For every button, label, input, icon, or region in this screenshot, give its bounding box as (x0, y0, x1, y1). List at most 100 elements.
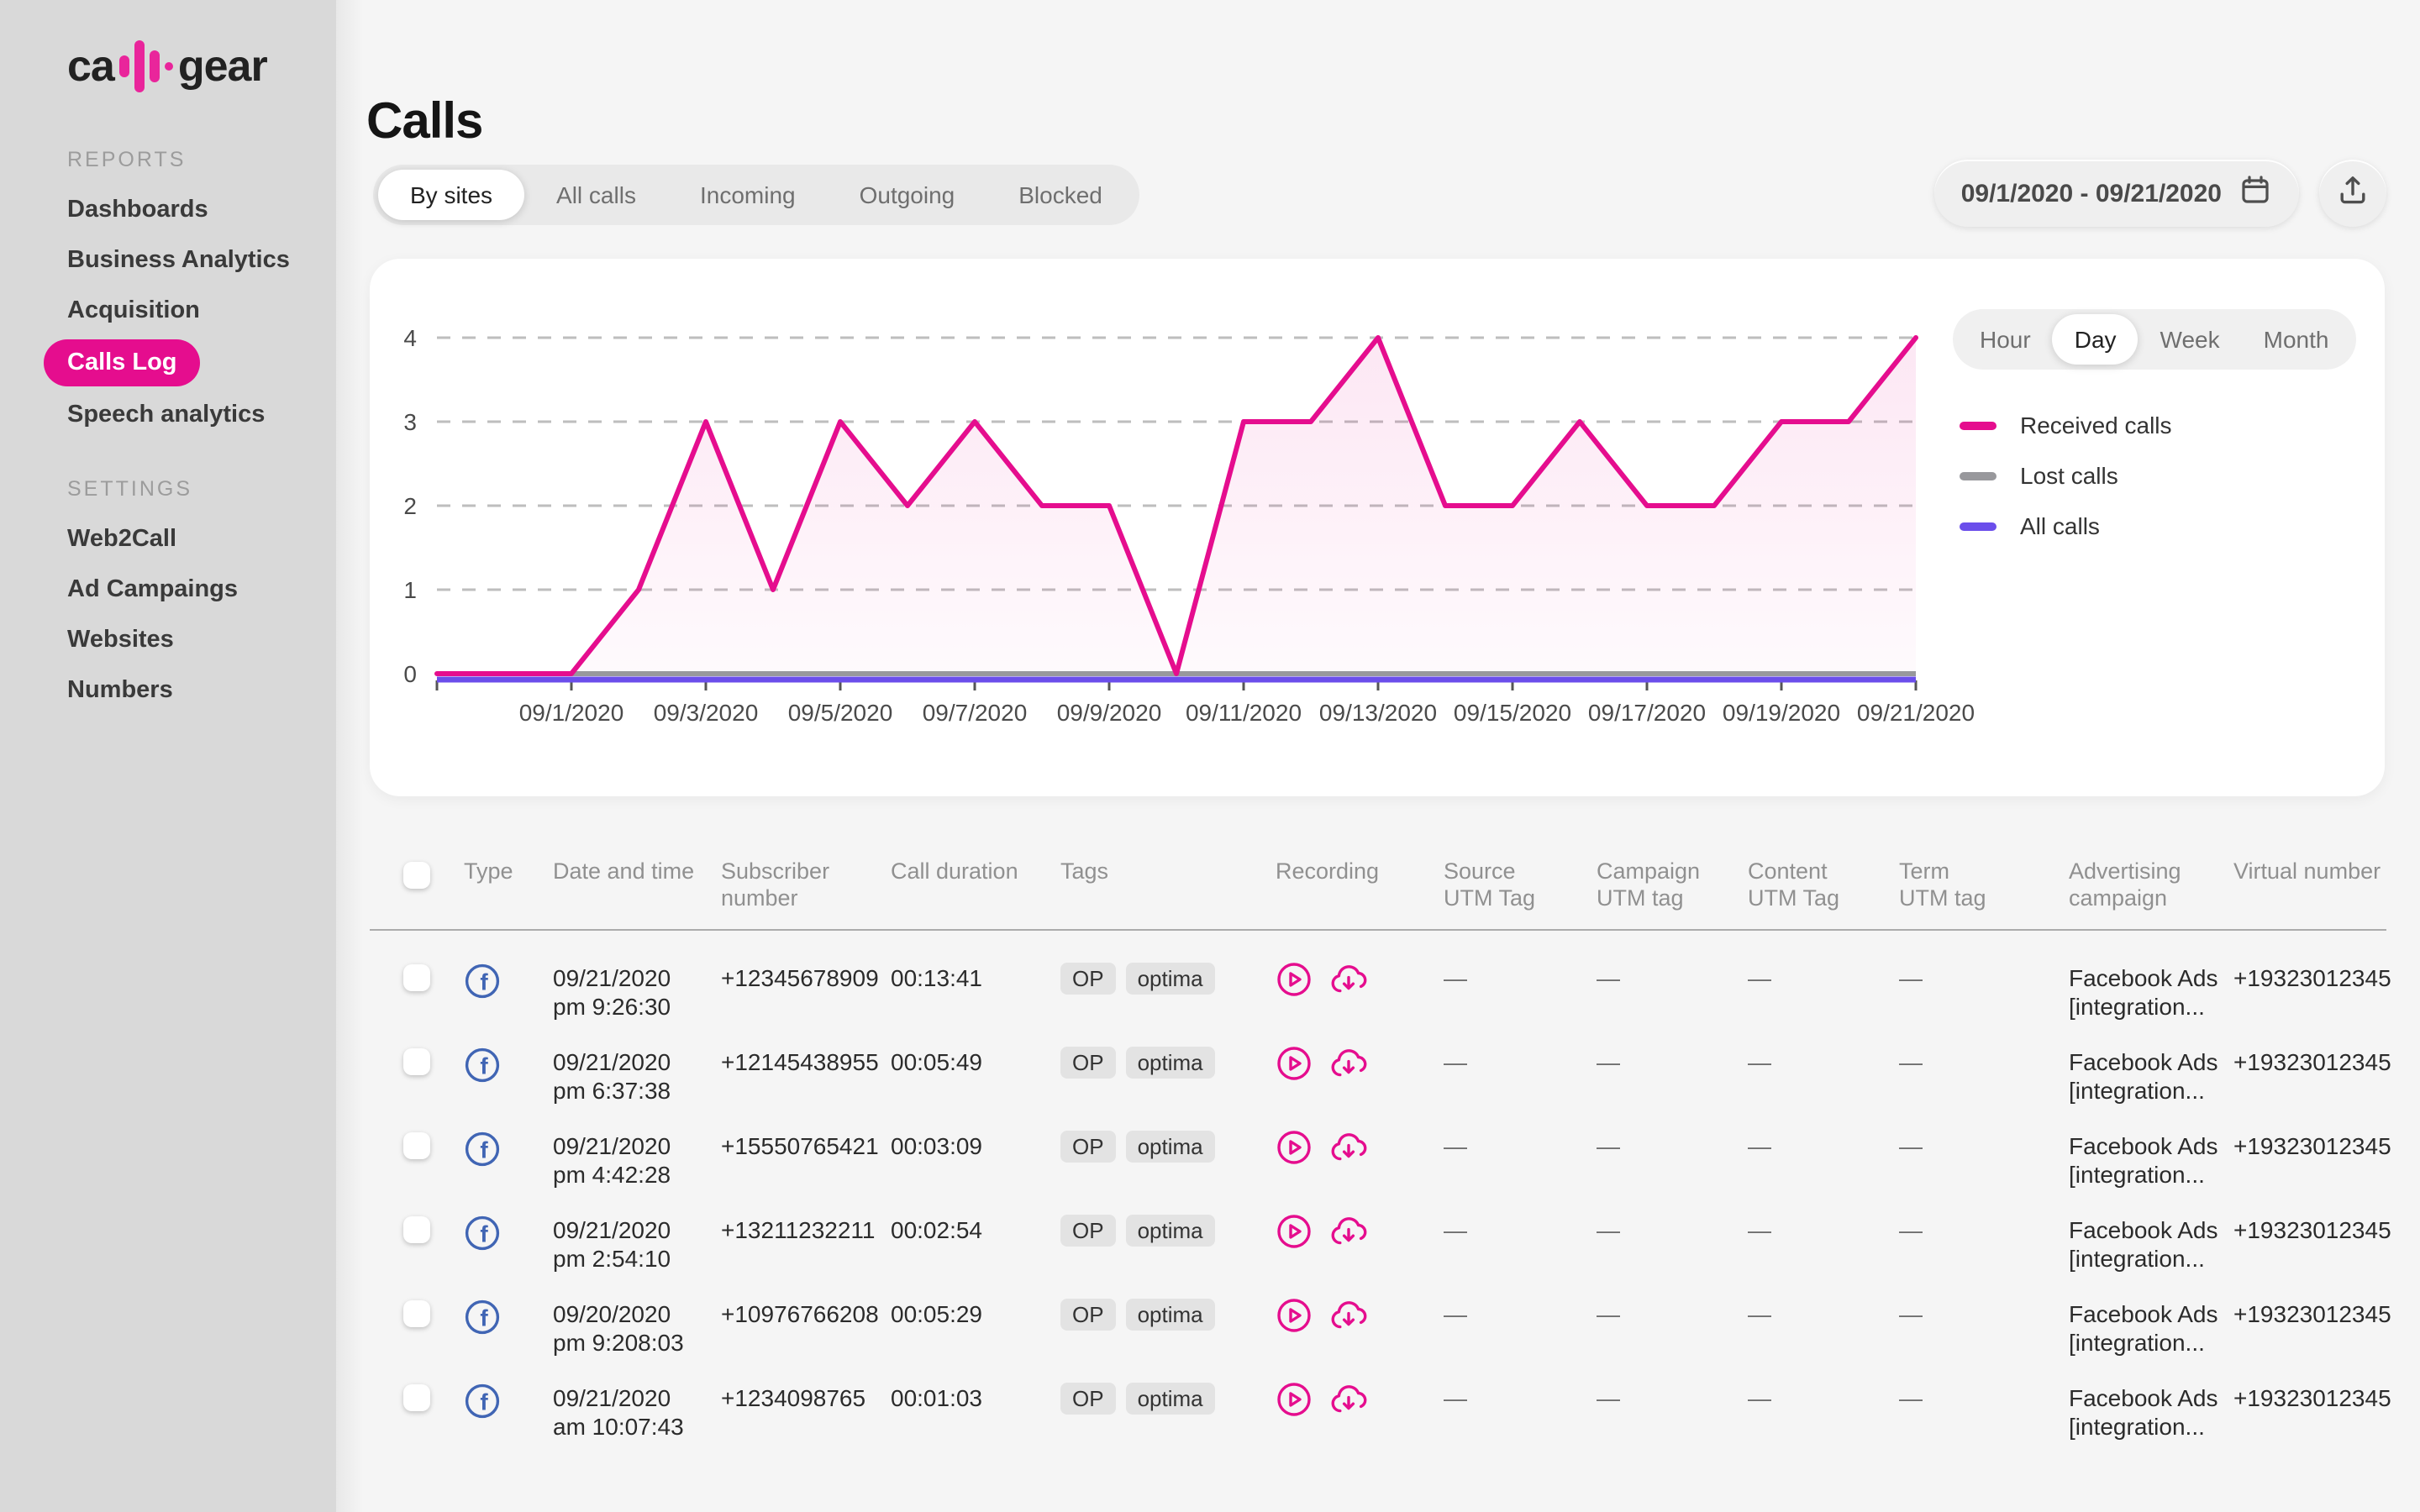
call-type-cell: f (464, 963, 553, 1008)
download-recording-button[interactable] (1328, 1213, 1370, 1258)
legend-item-lost-calls[interactable]: Lost calls (1960, 450, 2172, 501)
row-checkbox[interactable] (403, 1384, 430, 1411)
select-all-checkbox[interactable] (403, 862, 430, 889)
sidebar-item-business-analytics[interactable]: Business Analytics (0, 235, 336, 286)
column-header-date-and-time: Date and time (553, 858, 721, 885)
tag-badge-op: OP (1060, 963, 1116, 995)
download-recording-button[interactable] (1328, 1045, 1370, 1090)
legend-swatch-all-calls (1960, 522, 1996, 530)
call-duration-cell: 00:05:49 (891, 1045, 1060, 1076)
download-recording-button[interactable] (1328, 961, 1370, 1006)
facebook-icon: f (464, 1230, 501, 1258)
play-recording-button[interactable] (1276, 1129, 1313, 1174)
row-checkbox-cell (403, 1129, 464, 1159)
date-time-cell: 09/21/2020pm 6:37:38 (553, 1045, 721, 1104)
svg-text:09/17/2020: 09/17/2020 (1588, 700, 1706, 726)
column-header-subscriber-number: Subscribernumber (721, 858, 891, 912)
call-type-cell: f (464, 1215, 553, 1260)
legend-label: Lost calls (2020, 462, 2118, 489)
callgear-logo: ca gear (67, 34, 336, 97)
granularity-month[interactable]: Month (2242, 314, 2351, 365)
svg-text:09/5/2020: 09/5/2020 (788, 700, 893, 726)
tab-by-sites[interactable]: By sites (378, 170, 524, 220)
play-recording-button[interactable] (1276, 961, 1313, 1006)
granularity-week[interactable]: Week (2139, 314, 2242, 365)
play-recording-button[interactable] (1276, 1213, 1313, 1258)
call-type-cell: f (464, 1299, 553, 1344)
table-body: f09/21/2020pm 9:26:30+1234567890900:13:4… (370, 931, 2386, 1465)
legend-label: Received calls (2020, 412, 2172, 438)
tab-all-calls[interactable]: All calls (524, 170, 668, 220)
granularity-day[interactable]: Day (2053, 314, 2139, 365)
subscriber-number-cell: +15550765421 (721, 1129, 891, 1160)
calls-table: TypeDate and timeSubscribernumberCall du… (370, 848, 2386, 1465)
call-type-cell: f (464, 1047, 553, 1092)
sidebar-item-dashboards[interactable]: Dashboards (0, 185, 336, 235)
sidebar-item-speech-analytics[interactable]: Speech analytics (0, 390, 336, 440)
svg-text:1: 1 (403, 577, 417, 603)
date-range-value: 09/1/2020 - 09/21/2020 (1961, 179, 2222, 207)
advertising-campaign-cell: Facebook Ads[integration... (2069, 1297, 2233, 1356)
row-checkbox-cell (403, 1213, 464, 1243)
sidebar-item-ad-campaings[interactable]: Ad Campaings (0, 564, 336, 615)
play-recording-button[interactable] (1276, 1045, 1313, 1090)
sidebar-item-web2call[interactable]: Web2Call (0, 514, 336, 564)
svg-text:09/7/2020: 09/7/2020 (923, 700, 1028, 726)
tag-badge-op: OP (1060, 1215, 1116, 1247)
column-header-advertising-campaign: Advertisingcampaign (2069, 858, 2233, 912)
virtual-number-cell: +19323012345 (2233, 1213, 2386, 1244)
row-checkbox[interactable] (403, 1216, 430, 1243)
legend-item-all-calls[interactable]: All calls (1960, 501, 2172, 551)
granularity-hour[interactable]: Hour (1958, 314, 2053, 365)
download-recording-button[interactable] (1328, 1297, 1370, 1342)
advertising-campaign-cell: Facebook Ads[integration... (2069, 961, 2233, 1020)
sidebar-nav: REPORTSDashboardsBusiness AnalyticsAcqui… (0, 134, 336, 716)
date-time-cell: 09/21/2020pm 2:54:10 (553, 1213, 721, 1272)
sidebar-item-acquisition[interactable]: Acquisition (0, 286, 336, 336)
calendar-icon (2238, 173, 2272, 213)
row-checkbox[interactable] (403, 1300, 430, 1327)
advertising-campaign-cell: Facebook Ads[integration... (2069, 1129, 2233, 1188)
tab-blocked[interactable]: Blocked (986, 170, 1134, 220)
logo-waveform-icon (119, 39, 173, 92)
sidebar-item-calls-log[interactable]: Calls Log (44, 339, 201, 386)
legend-item-received-calls[interactable]: Received calls (1960, 400, 2172, 450)
row-checkbox[interactable] (403, 1132, 430, 1159)
download-recording-button[interactable] (1328, 1129, 1370, 1174)
source-utm-cell: — (1444, 1297, 1597, 1328)
row-checkbox[interactable] (403, 964, 430, 991)
recording-cell (1276, 1381, 1444, 1426)
column-header-source-utm-tag: SourceUTM Tag (1444, 858, 1597, 912)
row-checkbox[interactable] (403, 1048, 430, 1075)
campaign-utm-cell: — (1597, 1129, 1748, 1160)
play-recording-button[interactable] (1276, 1381, 1313, 1426)
svg-text:4: 4 (403, 325, 417, 351)
tab-outgoing[interactable]: Outgoing (828, 170, 987, 220)
column-header-type: Type (464, 858, 553, 885)
download-recording-button[interactable] (1328, 1381, 1370, 1426)
date-range-picker[interactable]: 09/1/2020 - 09/21/2020 (1934, 160, 2299, 227)
play-recording-button[interactable] (1276, 1297, 1313, 1342)
sidebar-item-websites[interactable]: Websites (0, 615, 336, 665)
content-utm-cell: — (1748, 961, 1899, 992)
call-type-cell: f (464, 1131, 553, 1176)
campaign-utm-cell: — (1597, 961, 1748, 992)
column-header-call-duration: Call duration (891, 858, 1060, 885)
term-utm-cell: — (1899, 1213, 2069, 1244)
nav-section-label-settings: SETTINGS (0, 464, 336, 514)
select-all-cell (403, 858, 464, 889)
svg-text:f: f (480, 1305, 488, 1331)
sidebar-item-numbers[interactable]: Numbers (0, 665, 336, 716)
svg-text:09/9/2020: 09/9/2020 (1057, 700, 1162, 726)
column-header-term-utm-tag: TermUTM tag (1899, 858, 2069, 912)
subscriber-number-cell: +12145438955 (721, 1045, 891, 1076)
campaign-utm-cell: — (1597, 1297, 1748, 1328)
facebook-icon: f (464, 1314, 501, 1342)
row-checkbox-cell (403, 1381, 464, 1411)
export-button[interactable] (2319, 160, 2386, 227)
tag-badge-optima: optima (1126, 1383, 1215, 1415)
facebook-icon: f (464, 1062, 501, 1090)
svg-text:09/3/2020: 09/3/2020 (654, 700, 759, 726)
tab-incoming[interactable]: Incoming (668, 170, 828, 220)
date-time-cell: 09/21/2020pm 4:42:28 (553, 1129, 721, 1188)
